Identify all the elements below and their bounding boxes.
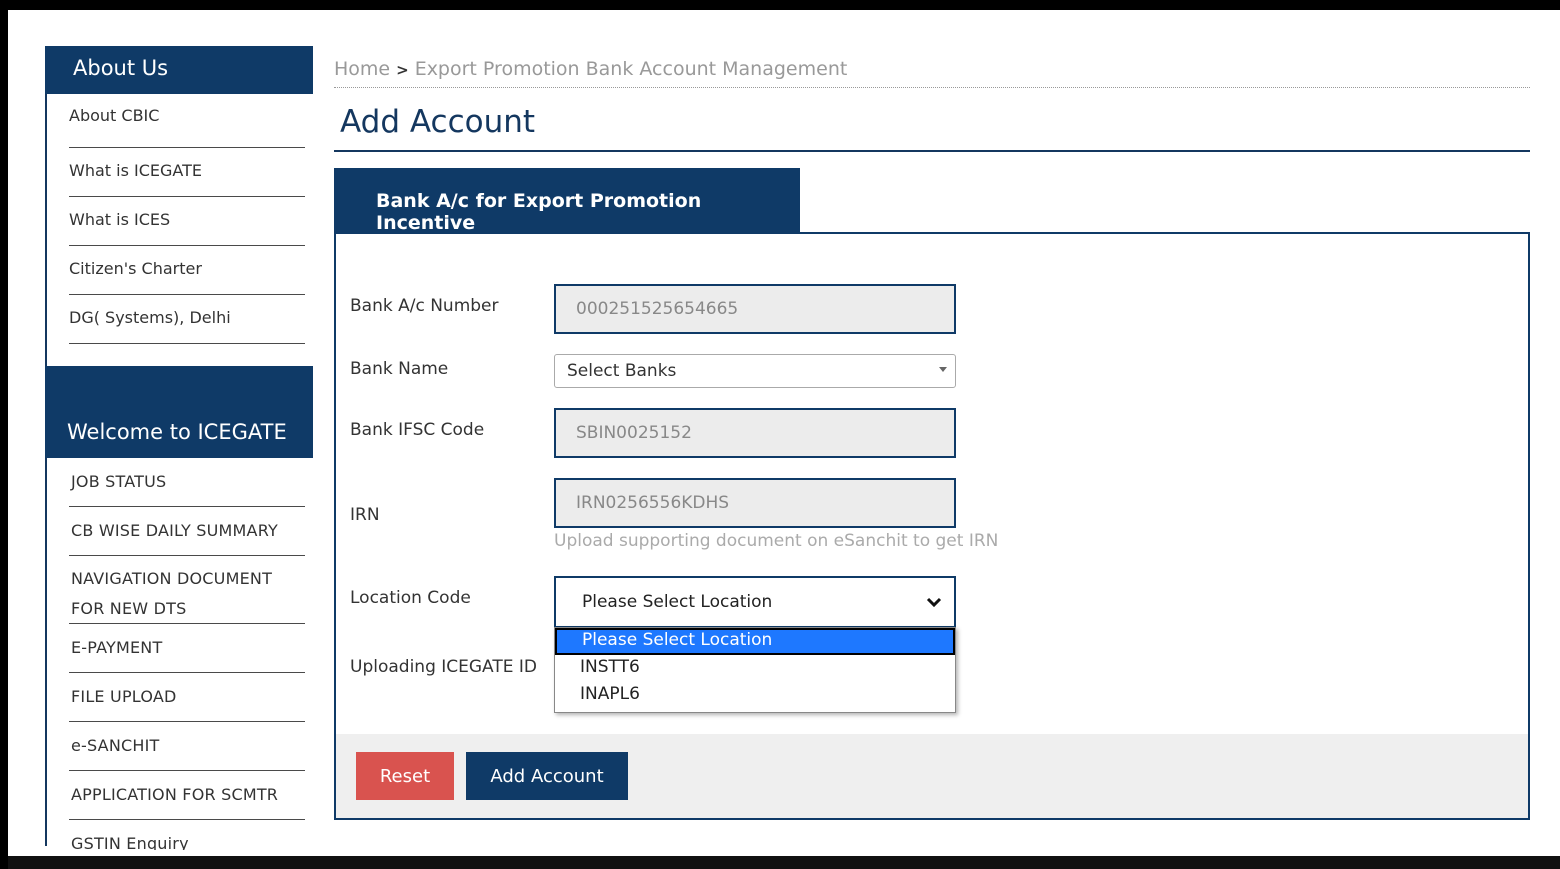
- location-option-inapl6[interactable]: INAPL6: [555, 682, 955, 709]
- bank-name-selected-value: Select Banks: [567, 361, 677, 381]
- welcome-header: Welcome to ICEGATE: [45, 366, 313, 458]
- irn-hint-text: Upload supporting document on eSanchit t…: [554, 531, 999, 551]
- browser-page: About Us About CBIC What is ICEGATE What…: [8, 10, 1560, 856]
- ifsc-input[interactable]: SBIN0025152: [554, 408, 956, 458]
- bank-account-number-input[interactable]: 000251525654665: [554, 284, 956, 334]
- sidebar-item-gstin-enquiry[interactable]: GSTIN Enquiry: [69, 820, 305, 850]
- bank-name-select[interactable]: Select Banks: [554, 354, 956, 388]
- sidebar-item-e-payment[interactable]: E-PAYMENT: [69, 624, 305, 673]
- sidebar-item-navigation-document[interactable]: NAVIGATION DOCUMENT FOR NEW DTS: [69, 556, 305, 624]
- irn-input[interactable]: IRN0256556KDHS: [554, 478, 956, 528]
- irn-label: IRN: [350, 505, 380, 525]
- tab-bank-account-export-promotion[interactable]: Bank A/c for Export Promotion Incentive: [334, 168, 800, 234]
- location-code-label: Location Code: [350, 588, 471, 608]
- breadcrumb-current: Export Promotion Bank Account Management: [414, 58, 848, 80]
- location-dropdown-list: Please Select Location INSTT6 INAPL6: [554, 627, 956, 713]
- sidebar-item-what-is-ices[interactable]: What is ICES: [69, 197, 305, 246]
- breadcrumb-home-link[interactable]: Home: [334, 58, 390, 80]
- sidebar-item-what-is-icegate[interactable]: What is ICEGATE: [69, 148, 305, 197]
- window-bottom-edge: [8, 856, 1560, 869]
- about-us-header: About Us: [45, 46, 313, 94]
- location-option-please-select[interactable]: Please Select Location: [555, 628, 955, 655]
- chevron-down-icon: [926, 597, 942, 608]
- about-us-list: About CBIC What is ICEGATE What is ICES …: [45, 94, 313, 344]
- ifsc-label: Bank IFSC Code: [350, 420, 485, 440]
- sidebar-item-citizens-charter[interactable]: Citizen's Charter: [69, 246, 305, 295]
- sidebar-item-dg-systems[interactable]: DG( Systems), Delhi: [69, 295, 305, 344]
- welcome-list: JOB STATUS CB WISE DAILY SUMMARY NAVIGAT…: [45, 458, 313, 850]
- location-selected-value: Please Select Location: [582, 592, 773, 612]
- add-account-button[interactable]: Add Account: [466, 752, 628, 800]
- reset-button[interactable]: Reset: [356, 752, 454, 800]
- sidebar: About Us About CBIC What is ICEGATE What…: [45, 46, 313, 850]
- add-account-form: Bank A/c Number 000251525654665 Bank Nam…: [334, 232, 1530, 820]
- sidebar-item-about-cbic[interactable]: About CBIC: [69, 94, 305, 148]
- sidebar-item-application-scmtr[interactable]: APPLICATION FOR SCMTR: [69, 771, 305, 820]
- page-title: Add Account: [334, 100, 1530, 152]
- breadcrumb-separator: >: [396, 61, 409, 79]
- uploading-icegate-id-label: Uploading ICEGATE ID: [350, 657, 537, 677]
- sidebar-item-file-upload[interactable]: FILE UPLOAD: [69, 673, 305, 722]
- form-footer: Reset Add Account: [336, 734, 1528, 818]
- bank-name-label: Bank Name: [350, 359, 449, 379]
- sidebar-item-cb-daily-summary[interactable]: CB WISE DAILY SUMMARY: [69, 507, 305, 556]
- caret-down-icon: [939, 367, 947, 372]
- breadcrumb: Home > Export Promotion Bank Account Manag…: [334, 56, 1530, 88]
- location-option-instt6[interactable]: INSTT6: [555, 655, 955, 682]
- sidebar-item-job-status[interactable]: JOB STATUS: [69, 458, 305, 507]
- location-code-select[interactable]: Please Select Location: [554, 576, 956, 628]
- sidebar-item-e-sanchit[interactable]: e-SANCHIT: [69, 722, 305, 771]
- bank-account-number-label: Bank A/c Number: [350, 296, 499, 316]
